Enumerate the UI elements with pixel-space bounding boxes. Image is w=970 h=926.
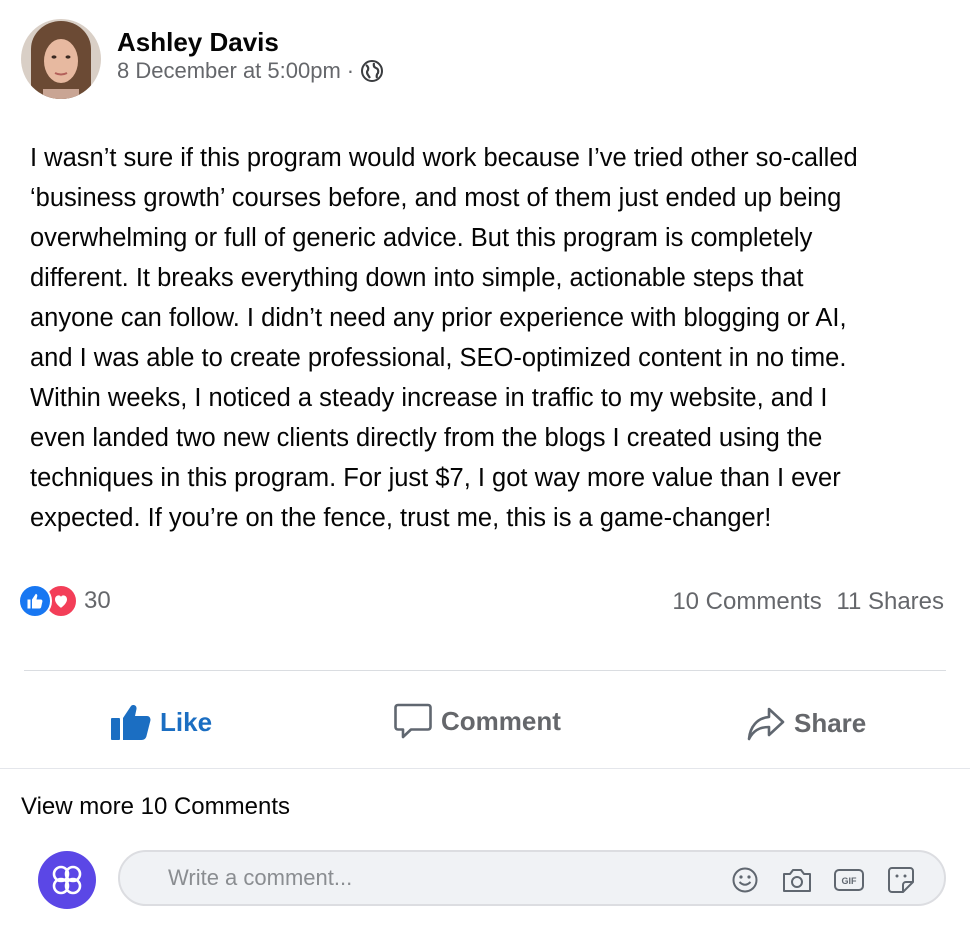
- composer-tools: GIF: [728, 863, 918, 897]
- comment-input[interactable]: [166, 864, 690, 892]
- author-name[interactable]: Ashley Davis: [117, 27, 384, 57]
- share-arrow-icon: [747, 707, 785, 741]
- comment-label: Comment: [441, 705, 561, 736]
- emoji-icon[interactable]: [728, 863, 762, 897]
- comment-composer: GIF: [118, 850, 946, 906]
- post-header: Ashley Davis 8 December at 5:00pm ·: [21, 19, 384, 99]
- svg-text:GIF: GIF: [842, 876, 858, 886]
- sticker-icon[interactable]: [884, 863, 918, 897]
- separator-dot: ·: [346, 58, 355, 83]
- comments-count[interactable]: 10 Comments: [672, 588, 821, 615]
- reaction-count: 30: [84, 587, 111, 614]
- thumbs-up-icon: [111, 705, 151, 740]
- gif-icon[interactable]: GIF: [832, 863, 866, 897]
- post-body: I wasn’t sure if this program would work…: [30, 144, 858, 532]
- post-timestamp[interactable]: 8 December at 5:00pm: [117, 57, 341, 85]
- reactions-summary[interactable]: 30: [18, 584, 111, 618]
- like-reaction-icon: [18, 584, 52, 618]
- action-bar: Like Comment Share: [0, 695, 970, 755]
- commenter-avatar[interactable]: [38, 851, 96, 909]
- view-more-comments-link[interactable]: View more 10 Comments: [21, 793, 290, 821]
- divider: [24, 670, 946, 671]
- shares-count[interactable]: 11 Shares: [836, 588, 944, 615]
- flower-logo-icon: [52, 865, 82, 895]
- share-label: Share: [794, 707, 867, 738]
- post-subline: 8 December at 5:00pm ·: [117, 57, 384, 85]
- author-avatar[interactable]: [21, 19, 101, 99]
- speech-bubble-icon: [394, 703, 432, 739]
- comment-button[interactable]: Comment: [393, 701, 561, 741]
- share-button[interactable]: Share: [746, 703, 866, 743]
- like-button[interactable]: Like: [110, 703, 212, 741]
- globe-icon: [360, 59, 384, 83]
- like-label: Like: [160, 706, 213, 737]
- engagement-counts: 10 Comments 11 Shares: [672, 588, 944, 616]
- divider: [0, 768, 970, 769]
- camera-icon[interactable]: [780, 863, 814, 897]
- post-meta: Ashley Davis 8 December at 5:00pm ·: [117, 27, 384, 85]
